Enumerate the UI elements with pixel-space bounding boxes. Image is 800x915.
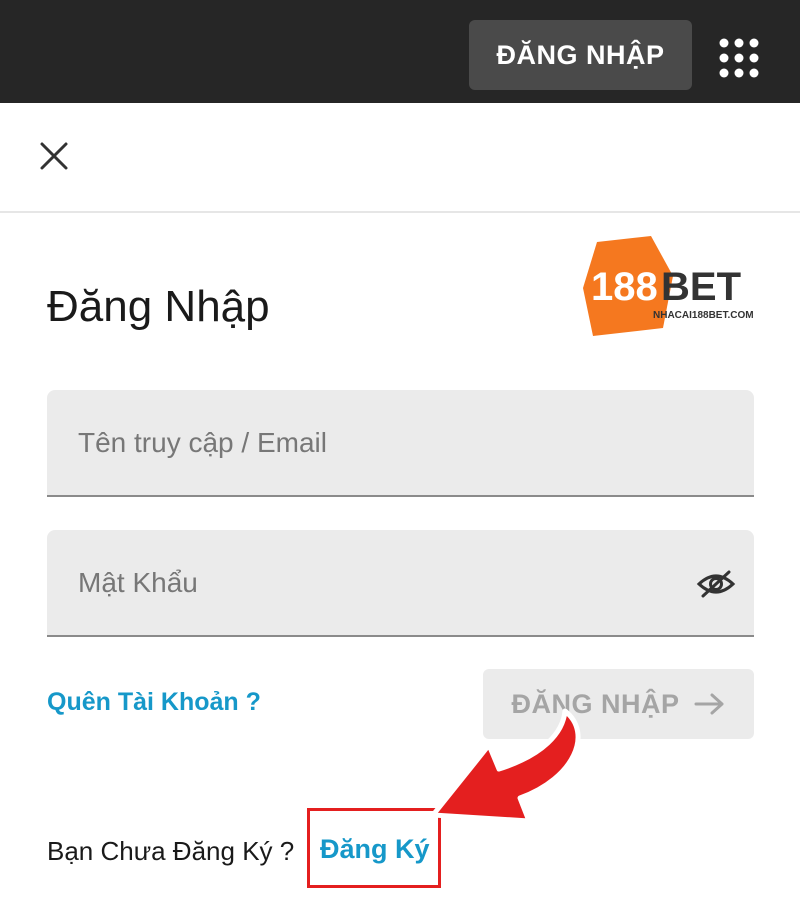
- logo-brand: BET: [661, 265, 741, 309]
- arrow-right-icon: [694, 693, 723, 715]
- register-link[interactable]: Đăng Ký: [320, 834, 430, 865]
- logo-number: 188: [591, 265, 658, 309]
- username-input[interactable]: [47, 390, 754, 495]
- password-input[interactable]: [47, 530, 754, 635]
- page-title: Đăng Nhập: [47, 282, 270, 331]
- username-field[interactable]: [47, 390, 754, 497]
- close-bar: [0, 103, 800, 213]
- logo-site: NHACAI188BET.COM: [653, 310, 754, 321]
- header-login-button[interactable]: ĐĂNG NHẬP: [469, 20, 692, 90]
- 188bet-logo: 188 BET NHACAI188BET.COM: [583, 236, 754, 336]
- forgot-account-link[interactable]: Quên Tài Khoản ?: [47, 688, 261, 717]
- password-field[interactable]: [47, 530, 754, 637]
- red-pointer-arrow: [430, 708, 581, 824]
- grid-dots-icon[interactable]: [718, 37, 760, 79]
- no-account-text: Bạn Chưa Đăng Ký ?: [47, 836, 295, 866]
- eye-slash-icon[interactable]: [696, 570, 736, 598]
- close-icon[interactable]: [38, 140, 70, 172]
